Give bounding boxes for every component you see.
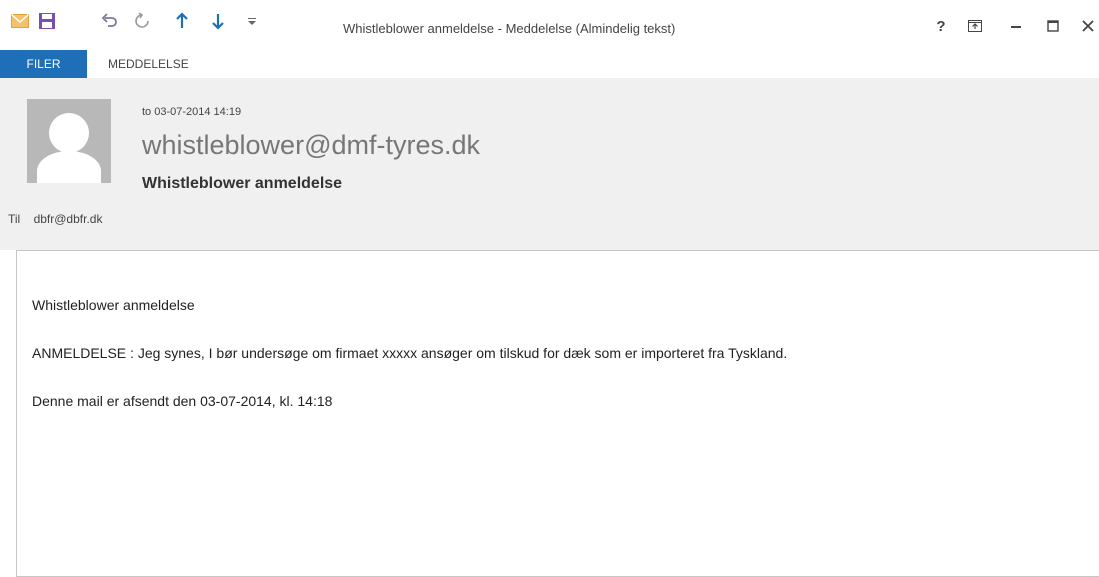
message-header: to 03-07-2014 14:19 whistleblower@dmf-ty…: [0, 78, 1099, 250]
maximize-icon[interactable]: [1042, 15, 1064, 37]
tab-message[interactable]: MEDDELELSE: [108, 50, 189, 78]
help-button[interactable]: ?: [930, 15, 952, 37]
ribbon-tabs: FILER MEDDELELSE: [0, 50, 1099, 78]
body-line: Denne mail er afsendt den 03-07-2014, kl…: [32, 393, 333, 409]
ribbon-display-options-icon[interactable]: [964, 15, 986, 37]
next-item-icon[interactable]: [206, 9, 230, 33]
body-line: ANMELDELSE : Jeg synes, I bør undersøge …: [32, 345, 788, 361]
redo-icon[interactable]: [130, 9, 154, 33]
body-line: Whistleblower anmeldelse: [32, 297, 195, 313]
message-body[interactable]: Whistleblower anmeldelse ANMELDELSE : Je…: [16, 250, 1099, 577]
recipient-address[interactable]: dbfr@dbfr.dk: [34, 212, 103, 226]
message-subject: Whistleblower anmeldelse: [142, 175, 343, 192]
previous-item-icon[interactable]: [170, 9, 194, 33]
help-label: ?: [936, 17, 946, 35]
sent-date: to 03-07-2014 14:19: [142, 106, 242, 118]
tab-file[interactable]: FILER: [0, 50, 87, 78]
save-icon[interactable]: [35, 9, 59, 33]
undo-icon[interactable]: [98, 9, 122, 33]
avatar: [27, 99, 111, 183]
minimize-icon[interactable]: [1005, 15, 1027, 37]
title-bar: Whistleblower anmeldelse - Meddelelse (A…: [0, 0, 1099, 50]
recipient-row: Til dbfr@dbfr.dk: [8, 212, 102, 226]
customize-toolbar-icon[interactable]: [240, 9, 264, 33]
window-title: Whistleblower anmeldelse - Meddelelse (A…: [343, 21, 676, 36]
to-label: Til: [8, 212, 21, 226]
envelope-icon[interactable]: [8, 9, 32, 33]
close-icon[interactable]: [1077, 15, 1099, 37]
sender-address[interactable]: whistleblower@dmf-tyres.dk: [142, 130, 480, 161]
